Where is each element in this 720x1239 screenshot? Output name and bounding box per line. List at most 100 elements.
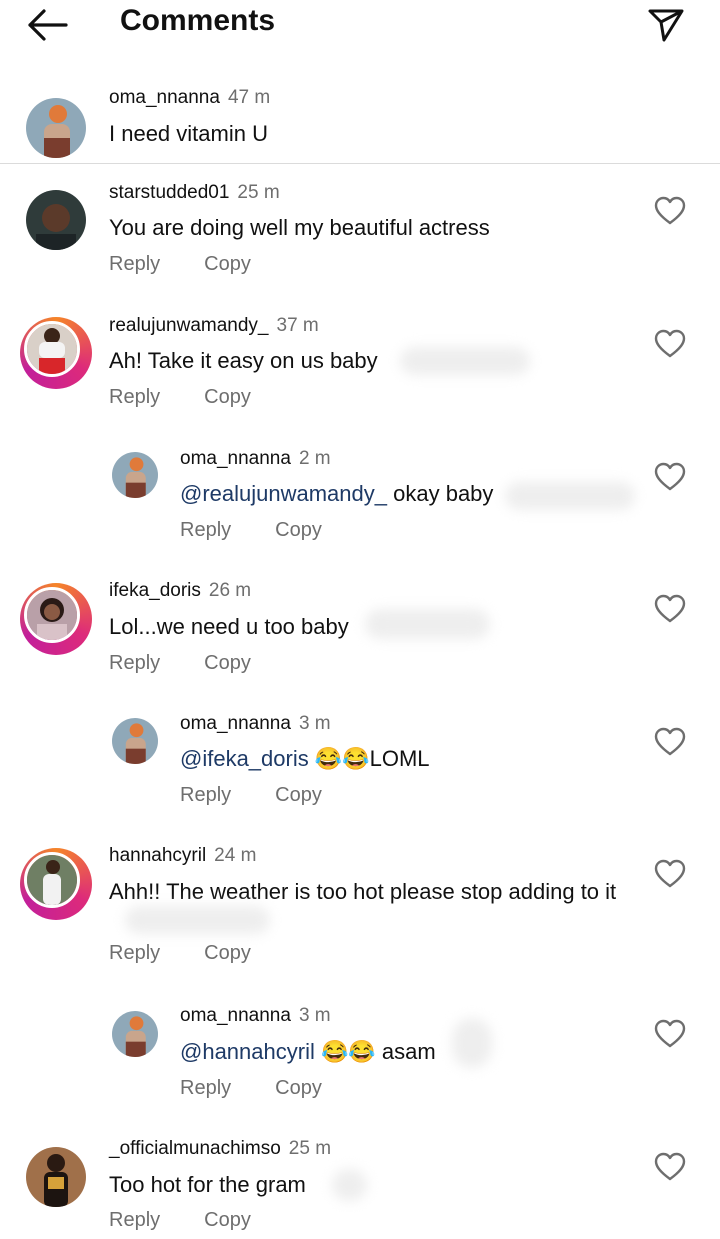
copy-button[interactable]: Copy xyxy=(275,1077,322,1099)
comment-text: @ifeka_doris 😂😂LOML xyxy=(180,745,430,773)
comment-actions: Reply Copy xyxy=(109,386,251,409)
avatar-photo xyxy=(112,452,158,498)
reply-button[interactable]: Reply xyxy=(109,386,160,408)
avatar[interactable] xyxy=(26,1147,86,1207)
send-icon[interactable] xyxy=(646,4,686,44)
comment-actions: Reply Copy xyxy=(180,519,322,542)
avatar-photo xyxy=(27,855,77,905)
avatar[interactable] xyxy=(112,1011,158,1057)
copy-button[interactable]: Copy xyxy=(204,1209,251,1231)
heart-icon[interactable] xyxy=(654,1152,686,1182)
comment-actions: Reply Copy xyxy=(109,942,251,965)
timestamp: 3 m xyxy=(298,713,331,734)
mention-link[interactable]: @ifeka_doris xyxy=(180,746,309,771)
timestamp: 3 m xyxy=(298,1005,331,1026)
mention-link[interactable]: @hannahcyril xyxy=(180,1039,315,1064)
comment-meta: _officialmunachimso 25 m xyxy=(109,1138,331,1160)
comment-actions: Reply Copy xyxy=(180,784,322,807)
comment-actions: Reply Copy xyxy=(109,652,251,675)
comment-meta: oma_nnanna 3 m xyxy=(180,713,331,735)
copy-button[interactable]: Copy xyxy=(204,652,251,674)
comment-text: You are doing well my beautiful actress xyxy=(109,215,490,240)
reply-button[interactable]: Reply xyxy=(180,784,231,806)
avatar[interactable] xyxy=(20,848,92,920)
username[interactable]: starstudded01 xyxy=(109,182,229,203)
reply-button[interactable]: Reply xyxy=(109,652,160,674)
blurred-emoji xyxy=(452,1018,492,1068)
copy-button[interactable]: Copy xyxy=(204,253,251,275)
username[interactable]: realujunwamandy_ xyxy=(109,315,269,336)
comment-actions: Reply Copy xyxy=(180,1077,322,1100)
avatar[interactable] xyxy=(112,452,158,498)
comment-text: Too hot for the gram xyxy=(109,1172,306,1197)
avatar[interactable] xyxy=(20,317,92,389)
username[interactable]: hannahcyril xyxy=(109,845,206,866)
timestamp: 25 m xyxy=(237,182,280,203)
comment-meta: oma_nnanna 3 m xyxy=(180,1005,331,1027)
comment-text: @realujunwamandy_ okay baby xyxy=(180,480,493,508)
blurred-emoji xyxy=(505,482,635,510)
comment-body: 😂😂 asam xyxy=(314,1039,436,1064)
copy-button[interactable]: Copy xyxy=(204,942,251,964)
comment-actions: Reply Copy xyxy=(109,1209,251,1232)
heart-icon[interactable] xyxy=(654,727,686,757)
back-arrow-icon[interactable] xyxy=(26,8,68,42)
avatar-photo xyxy=(27,324,77,374)
timestamp: 37 m xyxy=(276,315,319,336)
heart-icon[interactable] xyxy=(654,196,686,226)
avatar[interactable] xyxy=(26,190,86,250)
top-bar: Comments xyxy=(0,0,720,48)
timestamp: 2 m xyxy=(298,448,331,469)
avatar[interactable] xyxy=(20,583,92,655)
avatar[interactable] xyxy=(112,718,158,764)
blurred-emoji xyxy=(332,1169,367,1201)
comment-text: Ah! Take it easy on us baby xyxy=(109,348,378,373)
comment-meta: ifeka_doris 26 m xyxy=(109,580,251,602)
heart-icon[interactable] xyxy=(654,1019,686,1049)
post-caption: oma_nnanna 47 m I need vitamin U xyxy=(0,78,720,164)
caption-text: I need vitamin U xyxy=(109,121,268,146)
heart-icon[interactable] xyxy=(654,594,686,624)
username[interactable]: _officialmunachimso xyxy=(109,1138,281,1159)
reply-button[interactable]: Reply xyxy=(180,519,231,541)
comment-meta: starstudded01 25 m xyxy=(109,182,280,204)
heart-icon[interactable] xyxy=(654,329,686,359)
reply-button[interactable]: Reply xyxy=(109,942,160,964)
username[interactable]: oma_nnanna xyxy=(180,1005,291,1026)
comment-body: 😂😂LOML xyxy=(308,746,430,771)
avatar-photo xyxy=(112,718,158,764)
mention-link[interactable]: @realujunwamandy_ xyxy=(180,481,387,506)
timestamp: 24 m xyxy=(214,845,257,866)
timestamp: 26 m xyxy=(208,580,252,601)
avatar[interactable] xyxy=(26,98,86,158)
page-title: Comments xyxy=(120,4,276,37)
avatar-photo xyxy=(27,590,77,640)
reply-button[interactable]: Reply xyxy=(109,253,160,275)
comment-meta: oma_nnanna 47 m xyxy=(109,87,270,109)
timestamp: 25 m xyxy=(288,1138,332,1159)
blurred-emoji xyxy=(125,906,270,934)
heart-icon[interactable] xyxy=(654,462,686,492)
avatar-photo xyxy=(26,98,86,158)
copy-button[interactable]: Copy xyxy=(275,519,322,541)
comment-meta: oma_nnanna 2 m xyxy=(180,448,331,470)
username[interactable]: ifeka_doris xyxy=(109,580,201,601)
comment-meta: hannahcyril 24 m xyxy=(109,845,256,867)
comment-text: Lol...we need u too baby xyxy=(109,614,349,639)
comment-actions: Reply Copy xyxy=(109,253,251,276)
timestamp: 47 m xyxy=(227,87,271,108)
reply-button[interactable]: Reply xyxy=(109,1209,160,1231)
blurred-emoji xyxy=(400,347,530,375)
comment-meta: realujunwamandy_ 37 m xyxy=(109,315,319,337)
reply-button[interactable]: Reply xyxy=(180,1077,231,1099)
username[interactable]: oma_nnanna xyxy=(180,448,291,469)
avatar-photo xyxy=(26,190,86,250)
username[interactable]: oma_nnanna xyxy=(180,713,291,734)
username[interactable]: oma_nnanna xyxy=(109,87,220,108)
heart-icon[interactable] xyxy=(654,859,686,889)
blurred-emoji xyxy=(365,609,490,639)
copy-button[interactable]: Copy xyxy=(275,784,322,806)
avatar-photo xyxy=(112,1011,158,1057)
comment-text: Ahh!! The weather is too hot please stop… xyxy=(109,879,617,904)
copy-button[interactable]: Copy xyxy=(204,386,251,408)
